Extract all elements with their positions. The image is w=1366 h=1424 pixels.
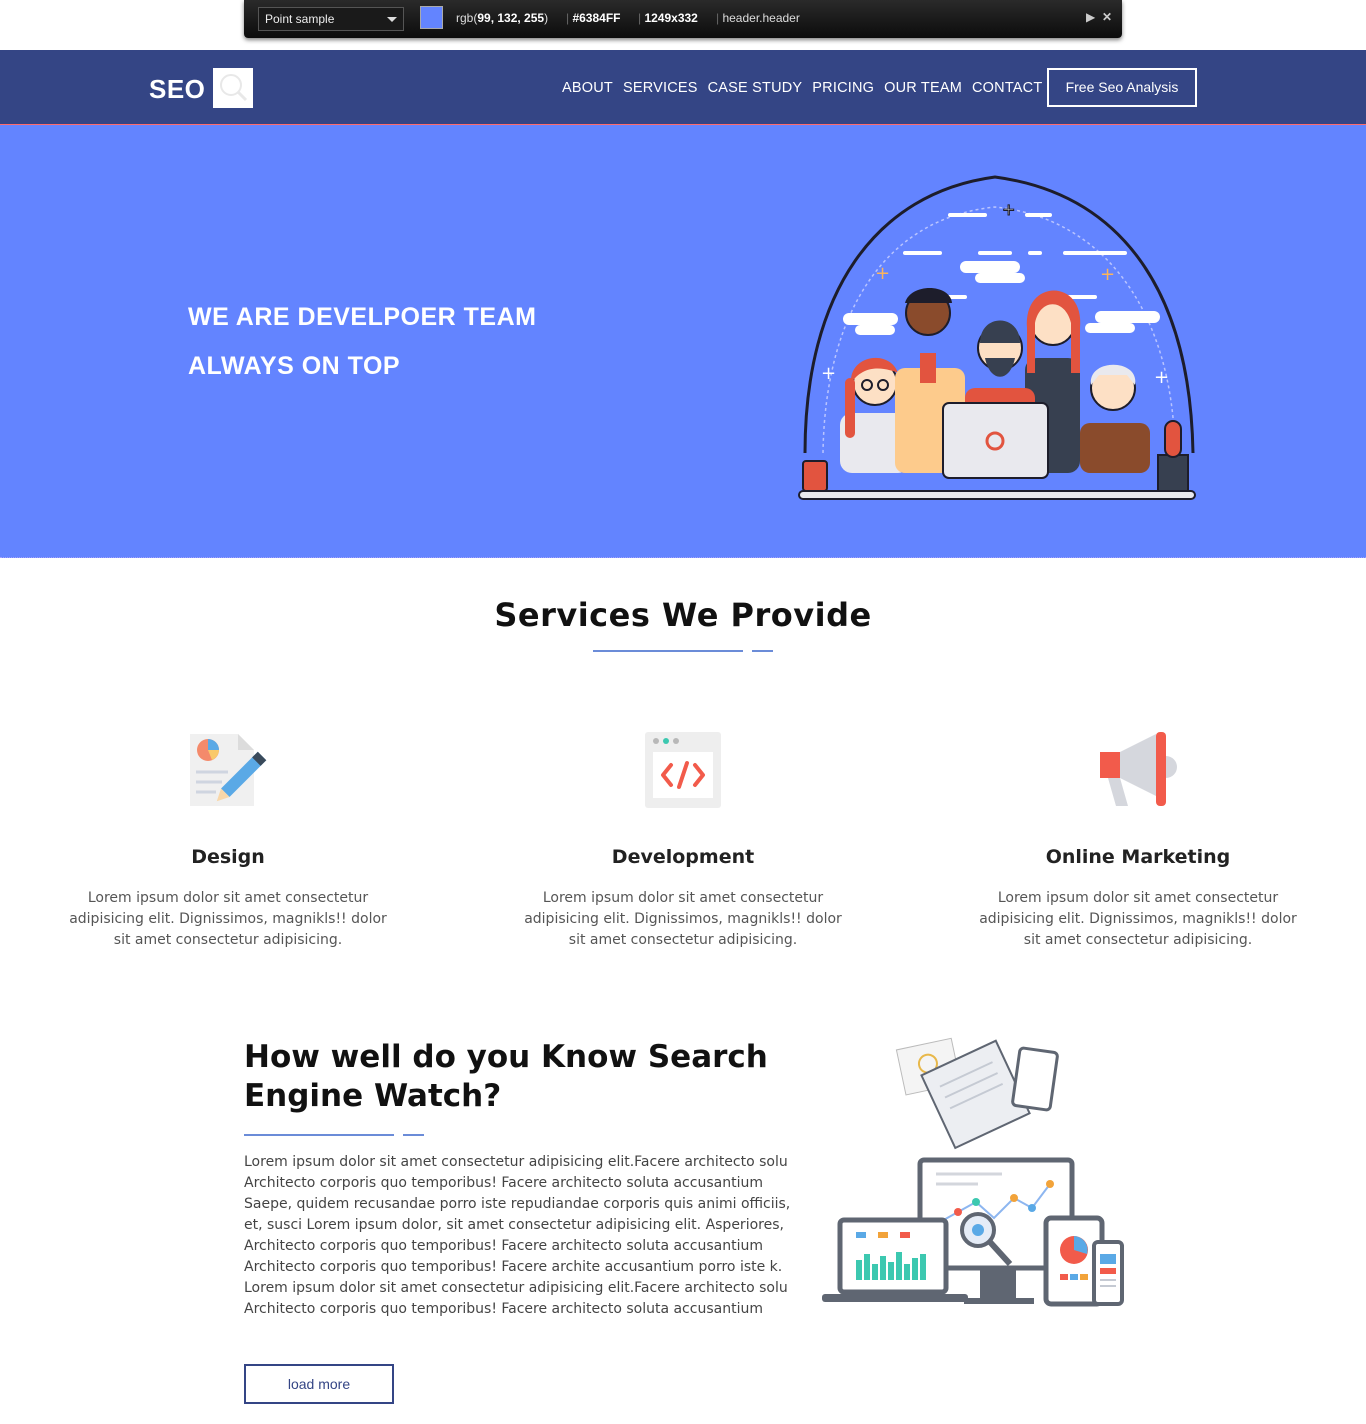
nav-about[interactable]: ABOUT — [562, 80, 613, 96]
svg-text:+: + — [1100, 264, 1115, 285]
service-card-design: Design Lorem ipsum dolor sit amet consec… — [63, 730, 393, 951]
chevron-down-icon — [387, 17, 397, 22]
hex-readout: | #6384FF — [566, 11, 621, 25]
service-card-online-marketing: Online Marketing Lorem ipsum dolor sit a… — [973, 730, 1303, 951]
close-icon[interactable]: ✕ — [1102, 10, 1112, 24]
seo-devices-illustration — [822, 1037, 1124, 1307]
megaphone-icon — [1100, 732, 1177, 806]
svg-text:+: + — [821, 363, 836, 384]
logo-search-icon — [213, 68, 253, 108]
know-title-underline — [244, 1134, 394, 1136]
sample-mode-label: Point sample — [265, 12, 335, 26]
hero-subheadline: ALWAYS ON TOP — [188, 352, 401, 380]
know-title-underline-dash — [403, 1134, 424, 1136]
free-seo-analysis-button[interactable]: Free Seo Analysis — [1047, 68, 1197, 107]
design-document-pencil-icon — [190, 734, 267, 806]
service-title: Design — [191, 846, 265, 868]
service-title: Development — [611, 846, 755, 868]
hero-headline: WE ARE DEVELPOER TEAM — [188, 303, 537, 331]
service-title: Online Marketing — [1045, 846, 1231, 868]
logo-text[interactable]: SEO — [149, 74, 205, 105]
service-card-development: Development Lorem ipsum dolor sit amet c… — [518, 730, 848, 951]
size-readout: | 1249x332 — [638, 11, 698, 25]
developer-team-illustration: + + + + + — [798, 175, 1196, 500]
nav-pricing[interactable]: PRICING — [812, 80, 874, 96]
service-description: Lorem ipsum dolor sit amet consectetur a… — [69, 890, 387, 948]
site-header: SEO ABOUT SERVICES CASE STUDY PRICING OU… — [0, 50, 1366, 125]
know-section-title: How well do you Know Search Engine Watch… — [244, 1039, 768, 1114]
svg-text:+: + — [1154, 367, 1169, 388]
play-icon[interactable]: ▶ — [1086, 10, 1095, 24]
selector-readout: | header.header — [716, 11, 800, 25]
nav-contact[interactable]: CONTACT — [972, 80, 1042, 96]
nav-our-team[interactable]: OUR TEAM — [884, 80, 962, 96]
nav-services[interactable]: SERVICES — [623, 80, 698, 96]
nav-case-study[interactable]: CASE STUDY — [708, 80, 803, 96]
services-title: Services We Provide — [494, 596, 872, 634]
rgb-readout: rgb(99, 132, 255) — [456, 11, 549, 25]
code-window-icon — [645, 732, 721, 808]
color-picker-toolbar: Point sample rgb(99, 132, 255) | #6384FF… — [244, 0, 1122, 38]
hero-section: WE ARE DEVELPOER TEAM ALWAYS ON TOP + + … — [0, 125, 1366, 558]
service-description: Lorem ipsum dolor sit amet consectetur a… — [524, 890, 842, 948]
service-description: Lorem ipsum dolor sit amet consectetur a… — [979, 890, 1297, 948]
main-nav: ABOUT SERVICES CASE STUDY PRICING OUR TE… — [562, 80, 1042, 96]
services-title-underline-dash — [752, 650, 773, 652]
svg-text:+: + — [875, 263, 890, 284]
services-title-underline — [593, 650, 743, 652]
color-swatch — [420, 6, 443, 29]
know-section-text: Lorem ipsum dolor sit amet consectetur a… — [244, 1154, 791, 1317]
sample-mode-select[interactable]: Point sample — [258, 7, 404, 31]
load-more-button[interactable]: load more — [244, 1364, 394, 1404]
svg-text:+: + — [1002, 200, 1015, 219]
